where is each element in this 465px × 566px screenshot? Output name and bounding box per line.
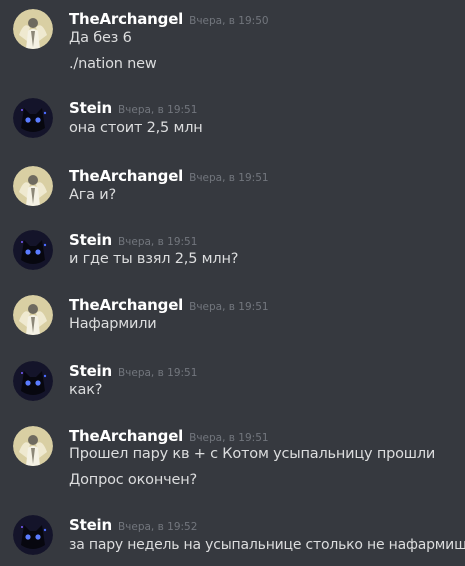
dark-cat-avatar-icon[interactable] [13,361,53,401]
timestamp[interactable]: Вчера, в 19:51 [189,172,268,184]
username[interactable]: Stein [69,231,112,249]
username[interactable]: TheArchangel [69,167,183,185]
timestamp[interactable]: Вчера, в 19:51 [189,432,268,444]
username[interactable]: Stein [69,516,112,534]
username[interactable]: TheArchangel [69,427,183,445]
angel-avatar-icon[interactable] [13,295,53,335]
message-text: Допрос окончен? [69,472,197,488]
angel-avatar-icon[interactable] [13,9,53,49]
username[interactable]: TheArchangel [69,10,183,28]
dark-cat-avatar-icon[interactable] [13,230,53,270]
timestamp[interactable]: Вчера, в 19:50 [189,15,268,27]
timestamp[interactable]: Вчера, в 19:51 [118,236,197,248]
angel-avatar-icon[interactable] [13,166,53,206]
timestamp[interactable]: Вчера, в 19:52 [118,521,197,533]
message-text: Прошел пару кв + с Котом усыпальницу про… [69,446,436,462]
dark-cat-avatar-icon[interactable] [13,98,53,138]
chat-message-list: TheArchangel Вчера, в 19:50 Да без 6 ./na… [0,0,465,566]
message-text: ./nation new [69,56,157,72]
username[interactable]: TheArchangel [69,296,183,314]
username[interactable]: Stein [69,99,112,117]
message-text: Нафармили [69,316,157,332]
message-text: Ага и? [69,187,116,203]
message-text: Да без 6 [69,30,132,46]
message-text: она стоит 2,5 млн [69,120,203,136]
timestamp[interactable]: Вчера, в 19:51 [118,104,197,116]
message-text: за пару недель на усыпальнице столько не… [69,537,465,553]
message-text: и где ты взял 2,5 млн? [69,251,239,267]
timestamp[interactable]: Вчера, в 19:51 [118,367,197,379]
username[interactable]: Stein [69,362,112,380]
timestamp[interactable]: Вчера, в 19:51 [189,301,268,313]
message-text: как? [69,382,103,398]
dark-cat-avatar-icon[interactable] [13,515,53,555]
angel-avatar-icon[interactable] [13,426,53,466]
